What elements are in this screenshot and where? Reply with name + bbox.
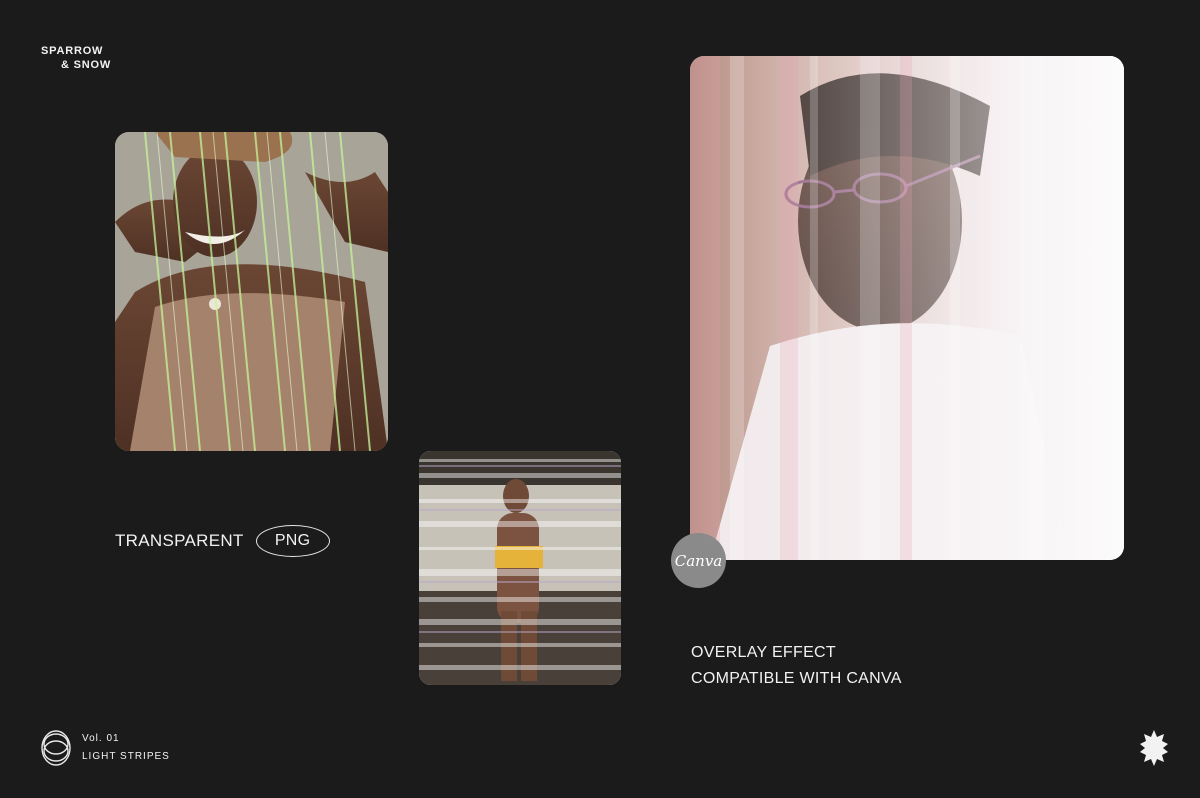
transparent-png-label: TRANSPARENT PNG [115, 524, 330, 558]
volume-title: LIGHT STRIPES [82, 751, 170, 762]
starburst-icon [1140, 730, 1168, 766]
photo-portrait-pink-light-art [690, 56, 1124, 560]
photo-laughing-woman-art [115, 132, 388, 451]
transparent-text: TRANSPARENT [115, 531, 244, 550]
brand-line-1: SPARROW [41, 45, 104, 57]
png-pill: PNG [255, 525, 330, 557]
photo-glitch-figure-art [419, 451, 621, 685]
overlay-line-1: OVERLAY EFFECT [691, 644, 836, 661]
photo-laughing-woman [115, 132, 388, 451]
volume-number: Vol. 01 [82, 733, 120, 744]
canva-badge: Canva [671, 533, 726, 588]
concentric-rings-icon [41, 730, 71, 766]
volume-label: Vol. 01 LIGHT STRIPES [40, 729, 170, 767]
brand-logo: SPARROW & SNOW [41, 44, 111, 72]
overlay-caption: OVERLAY EFFECT COMPATIBLE WITH CANVA [691, 640, 902, 692]
overlay-line-2: COMPATIBLE WITH CANVA [691, 670, 902, 687]
photo-portrait-pink-light [690, 56, 1124, 560]
brand-line-2: & SNOW [61, 59, 112, 71]
photo-glitch-figure [419, 451, 621, 685]
